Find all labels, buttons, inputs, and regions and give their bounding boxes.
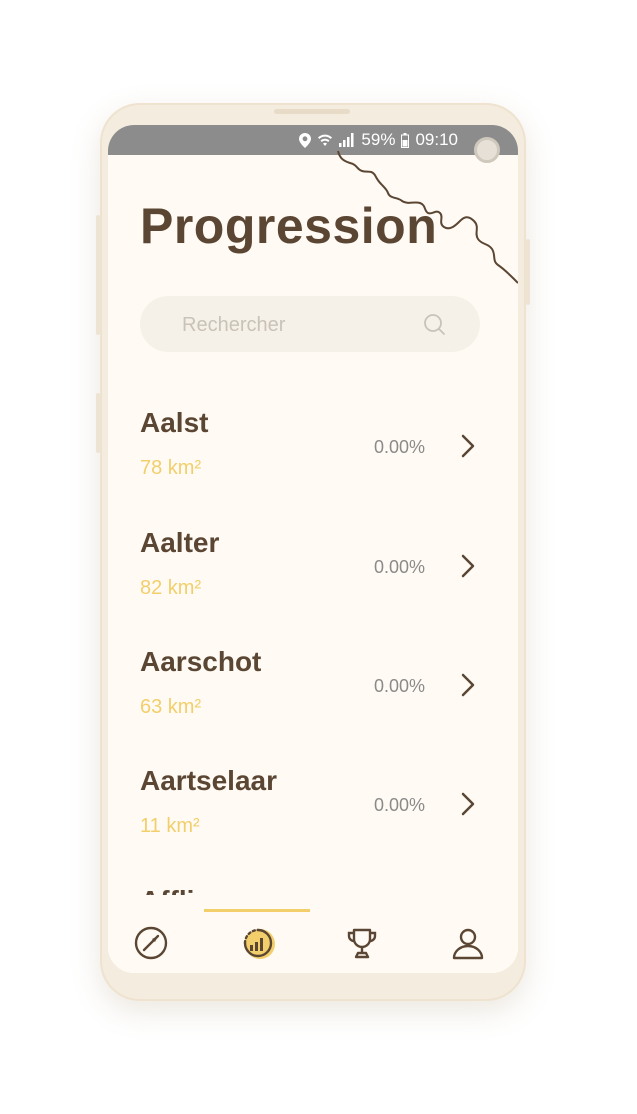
battery-icon: [401, 132, 410, 148]
phone-side-button: [96, 215, 100, 335]
search-input[interactable]: [180, 296, 414, 354]
page-title: Progression: [140, 198, 438, 254]
chevron-right-icon[interactable]: [460, 553, 476, 579]
location-icon: [299, 132, 312, 148]
nav-progression[interactable]: [238, 923, 278, 963]
phone-side-button: [526, 239, 530, 305]
battery-percent: 59%: [361, 130, 396, 149]
phone-side-button: [96, 393, 100, 453]
municipality-area: 82 km²: [140, 577, 202, 599]
bottom-nav: [108, 895, 518, 973]
app-screen: 59% 09:10 Progression Aalst 78 km² 0.00%: [108, 125, 518, 973]
phone-frame: 59% 09:10 Progression Aalst 78 km² 0.00%: [96, 103, 530, 1001]
municipality-area: 78 km²: [140, 457, 202, 479]
search-icon[interactable]: [422, 312, 446, 336]
progress-percent: 0.00%: [374, 676, 426, 696]
search-bar[interactable]: [140, 296, 480, 354]
chevron-right-icon[interactable]: [460, 791, 476, 817]
municipality-name: Aalter: [140, 527, 220, 558]
nav-explore[interactable]: [131, 923, 171, 963]
list-item[interactable]: Aalst 78 km² 0.00%: [108, 395, 518, 505]
trophy-icon: [347, 928, 377, 959]
list-item[interactable]: Aalter 82 km² 0.00%: [108, 515, 518, 625]
chevron-right-icon[interactable]: [460, 672, 476, 698]
nav-profile[interactable]: [448, 923, 488, 963]
clock: 09:10: [415, 130, 458, 149]
list-item[interactable]: Aartselaar 11 km² 0.00%: [108, 753, 518, 863]
progress-chart-icon: [243, 928, 275, 959]
active-tab-indicator: [204, 909, 310, 912]
compass-icon: [134, 926, 168, 960]
progress-percent: 0.00%: [374, 437, 426, 457]
municipality-area: 11 km²: [140, 815, 200, 837]
municipality-name: Aalst: [140, 407, 209, 438]
progress-percent: 0.00%: [374, 557, 426, 577]
municipality-name: Aartselaar: [140, 765, 277, 796]
progress-percent: 0.00%: [374, 795, 426, 815]
municipality-area: 63 km²: [140, 696, 202, 718]
wifi-icon: [317, 133, 333, 147]
chevron-right-icon[interactable]: [460, 433, 476, 459]
list-item[interactable]: Aarschot 63 km² 0.00%: [108, 634, 518, 744]
signal-icon: [339, 133, 355, 147]
municipality-list: Aalst 78 km² 0.00% Aalter 82 km² 0.00% A…: [108, 395, 518, 915]
nav-achievements[interactable]: [342, 923, 382, 963]
phone-speaker: [274, 109, 350, 114]
profile-icon: [452, 928, 484, 960]
municipality-name: Aarschot: [140, 646, 262, 677]
